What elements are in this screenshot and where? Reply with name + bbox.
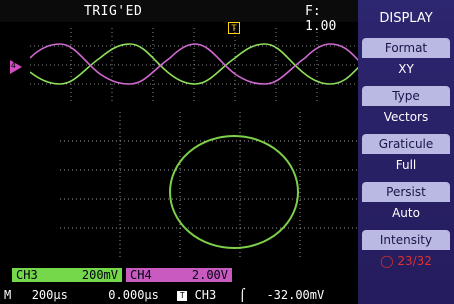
ch3-scale-box[interactable]: CH3 200mV <box>12 268 122 282</box>
ch4-label: CH4 <box>130 268 152 282</box>
xy-display <box>60 112 358 260</box>
rising-edge-icon: ⌠ <box>238 288 246 302</box>
trigger-source: CH3 <box>194 288 217 302</box>
menu-title: DISPLAY <box>379 11 433 26</box>
menu-item-type[interactable]: Type Vectors <box>362 86 450 128</box>
menu-item-format[interactable]: Format XY <box>362 38 450 80</box>
menu-item-value: Auto <box>392 206 420 220</box>
waveform-grid <box>30 28 360 103</box>
channel-offset-marker: 4 <box>10 60 22 74</box>
ch3-scale: 200mV <box>81 268 118 282</box>
ch4-scale-box[interactable]: CH4 2.00V <box>126 268 232 282</box>
display-menu-panel: DISPLAY Format XY Type Vectors Graticule… <box>358 0 454 304</box>
trigger-status: TRIG'ED <box>84 4 143 19</box>
menu-item-label: Format <box>362 38 450 58</box>
channel-offset-marker-label: 4 <box>11 61 16 70</box>
horizontal-position: 0.000µs <box>108 288 159 302</box>
menu-item-persist[interactable]: Persist Auto <box>362 182 450 224</box>
menu-item-value: Full <box>395 158 417 172</box>
timebase-scale: 200µs <box>31 288 68 302</box>
menu-item-value: Vectors <box>383 110 429 124</box>
trigger-level: -32.00mV <box>266 288 325 302</box>
xy-grid <box>60 112 358 260</box>
menu-item-graticule[interactable]: Graticule Full <box>362 134 450 176</box>
ch3-waveform <box>30 43 360 85</box>
status-bar: TRIG'ED F: 1.00 <box>0 0 358 34</box>
ch3-label: CH3 <box>16 268 38 282</box>
waveform-window <box>30 28 360 103</box>
menu-item-value: ◯ 23/32 <box>380 254 432 268</box>
menu-item-label: Intensity <box>362 230 450 250</box>
xy-trace <box>169 135 299 249</box>
bottom-status: CH3 200mV CH4 2.00V M 200µs 0.000µs T CH… <box>0 266 358 304</box>
menu-item-label: Persist <box>362 182 450 202</box>
menu-item-label: Graticule <box>362 134 450 154</box>
trigger-icon: T <box>177 290 188 301</box>
timebase-mode: M <box>4 288 12 302</box>
timebase-row: M 200µs 0.000µs T CH3 ⌠ -32.00mV <box>4 288 358 302</box>
ch4-scale: 2.00V <box>191 268 228 282</box>
menu-item-intensity[interactable]: Intensity ◯ 23/32 <box>362 230 450 272</box>
menu-item-value: XY <box>398 62 414 76</box>
menu-item-label: Type <box>362 86 450 106</box>
